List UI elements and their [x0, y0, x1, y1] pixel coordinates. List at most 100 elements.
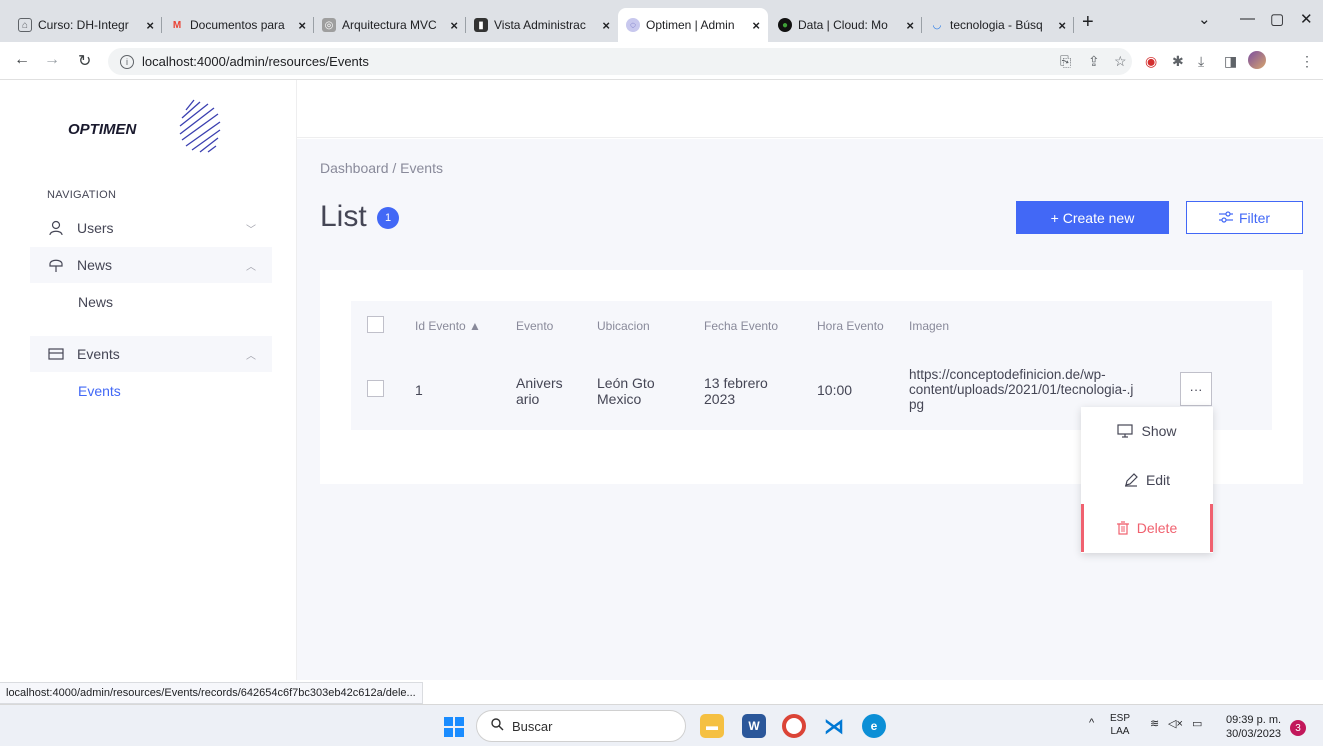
link-status-bar: localhost:4000/admin/resources/Events/re…	[0, 682, 423, 704]
filter-button[interactable]: Filter	[1186, 201, 1303, 234]
news-icon	[47, 257, 65, 273]
cell-imagen: https://conceptodefinicion.de/wp- conten…	[909, 367, 1134, 412]
close-tab-icon[interactable]: ×	[602, 18, 610, 33]
browser-tab[interactable]: ▮ Vista Administrac ×	[466, 8, 618, 42]
chevron-up-icon: ︿	[246, 261, 256, 273]
column-header-id-evento[interactable]: Id Evento ▲	[415, 319, 481, 333]
column-header-fecha-evento[interactable]: Fecha Evento	[704, 319, 778, 333]
search-icon	[491, 718, 504, 734]
chevron-down-icon: ﹀	[246, 224, 256, 236]
site-icon: ◎	[322, 18, 336, 32]
cell-id: 1	[415, 382, 423, 398]
browser-tab[interactable]: M Documentos para ×	[162, 8, 314, 42]
minimize-icon[interactable]: —	[1240, 10, 1255, 27]
menu-kebab-icon[interactable]: ⋮	[1300, 53, 1314, 70]
mongodb-icon: ●	[778, 18, 792, 32]
browser-tab[interactable]: ◎ Arquitectura MVC ×	[314, 8, 466, 42]
language-indicator[interactable]: ESP LAA	[1110, 712, 1130, 738]
edge-icon[interactable]: e	[862, 714, 886, 738]
optimen-logo[interactable]: OPTIMEN	[68, 94, 238, 154]
pencil-icon	[1124, 473, 1138, 487]
browser-tab[interactable]: ⌂ Curso: DH-Integr ×	[10, 8, 162, 42]
extensions-puzzle-icon[interactable]: ✱	[1172, 53, 1184, 70]
trash-icon	[1116, 521, 1129, 535]
translate-icon[interactable]: ⎘	[1060, 53, 1071, 70]
browser-tab[interactable]: ● Data | Cloud: Mo ×	[770, 8, 922, 42]
taskbar: Buscar ▬ W ⋊ e ^ ESP LAA ≋ ◁× ▭ 09:39 p.…	[0, 704, 1323, 746]
optimen-icon: ◌	[626, 18, 640, 32]
site-icon: ▮	[474, 18, 488, 32]
windows-start-icon[interactable]	[444, 717, 464, 737]
row-actions-button[interactable]: ···	[1180, 372, 1212, 406]
monitor-icon	[1117, 424, 1134, 438]
sidebar: OPTIMEN NAVIGATION Users ﹀ News ︿ News E…	[0, 80, 297, 680]
profile-avatar[interactable]	[1248, 51, 1266, 69]
edit-action[interactable]: Edit	[1081, 456, 1213, 504]
tray-expand-icon[interactable]: ^	[1089, 717, 1094, 729]
chevron-up-icon: ︿	[246, 350, 256, 362]
column-header-hora-evento[interactable]: Hora Evento	[817, 319, 884, 333]
bookmark-star-icon[interactable]: ☆	[1114, 53, 1127, 70]
close-tab-icon[interactable]: ×	[146, 18, 154, 33]
row-actions-menu: Show Edit Delete	[1081, 407, 1213, 553]
sidebar-item-events[interactable]: Events ︿	[30, 336, 272, 372]
column-header-ubicacion[interactable]: Ubicacion	[597, 319, 650, 333]
close-window-icon[interactable]: ✕	[1300, 10, 1313, 28]
row-checkbox[interactable]	[367, 380, 384, 397]
sidebar-item-news[interactable]: News ︿	[30, 247, 272, 283]
page-title: List	[320, 200, 367, 233]
loading-icon: ◡	[932, 19, 942, 31]
volume-mute-icon[interactable]: ◁×	[1168, 717, 1183, 730]
taskbar-clock[interactable]: 09:39 p. m. 30/03/2023	[1226, 713, 1281, 741]
close-tab-icon[interactable]: ×	[906, 18, 914, 33]
show-action[interactable]: Show	[1081, 407, 1213, 455]
new-tab-icon[interactable]: +	[1082, 12, 1094, 32]
close-tab-icon[interactable]: ×	[450, 18, 458, 33]
download-icon[interactable]: ⤓	[1198, 53, 1204, 70]
breadcrumb[interactable]: Dashboard / Events	[320, 160, 443, 176]
battery-icon[interactable]: ▭	[1192, 717, 1202, 730]
url-field[interactable]: i localhost:4000/admin/resources/Events	[108, 48, 1132, 75]
notifications-badge[interactable]: 3	[1290, 720, 1306, 736]
info-icon[interactable]: i	[120, 54, 134, 69]
events-icon	[47, 347, 65, 361]
cell-evento: Anivers ario	[516, 375, 563, 407]
reload-icon[interactable]: ↻	[78, 51, 91, 71]
filter-icon	[1218, 210, 1233, 226]
sidebar-item-users[interactable]: Users ﹀	[30, 210, 272, 246]
column-header-imagen[interactable]: Imagen	[909, 319, 949, 333]
close-tab-icon[interactable]: ×	[752, 18, 760, 33]
sidebar-subitem-events[interactable]: Events	[78, 383, 121, 399]
tab-search-icon[interactable]: ⌄	[1198, 10, 1211, 28]
sidebar-subitem-news[interactable]: News	[78, 294, 113, 310]
cell-hora: 10:00	[817, 382, 853, 398]
navigation-heading: NAVIGATION	[47, 189, 117, 201]
wifi-icon[interactable]: ≋	[1150, 717, 1159, 730]
chrome-icon[interactable]	[782, 714, 806, 738]
file-explorer-icon[interactable]: ▬	[700, 714, 724, 738]
vscode-icon[interactable]: ⋊	[822, 714, 846, 738]
select-all-checkbox[interactable]	[367, 316, 384, 333]
browser-tab[interactable]: ◡ tecnologia - Búsq ×	[922, 8, 1074, 42]
close-tab-icon[interactable]: ×	[298, 18, 306, 33]
delete-action[interactable]: Delete	[1081, 504, 1213, 552]
browser-tab-bar: ⌂ Curso: DH-Integr × M Documentos para ×…	[0, 0, 1323, 42]
close-tab-icon[interactable]: ×	[1058, 18, 1066, 33]
share-icon[interactable]: ⇪	[1088, 53, 1100, 70]
word-icon[interactable]: W	[742, 714, 766, 738]
create-new-button[interactable]: + Create new	[1016, 201, 1169, 234]
browser-tab-active[interactable]: ◌ Optimen | Admin ×	[618, 8, 768, 42]
column-header-evento[interactable]: Evento	[516, 319, 553, 333]
back-icon[interactable]: ←	[14, 51, 30, 69]
course-icon: ⌂	[18, 18, 32, 32]
address-bar: ← → ↻ i localhost:4000/admin/resources/E…	[0, 42, 1323, 80]
side-panel-icon[interactable]: ◨	[1224, 53, 1237, 70]
taskbar-search[interactable]: Buscar	[476, 710, 686, 742]
extension-icon[interactable]: ◉	[1145, 53, 1157, 70]
records-count-badge: 1	[377, 207, 399, 229]
forward-icon[interactable]: →	[44, 51, 60, 69]
top-bar	[297, 80, 1323, 138]
user-icon	[47, 220, 65, 236]
cell-fecha: 13 febrero 2023	[704, 375, 768, 407]
restore-icon[interactable]: ▢	[1270, 10, 1284, 28]
